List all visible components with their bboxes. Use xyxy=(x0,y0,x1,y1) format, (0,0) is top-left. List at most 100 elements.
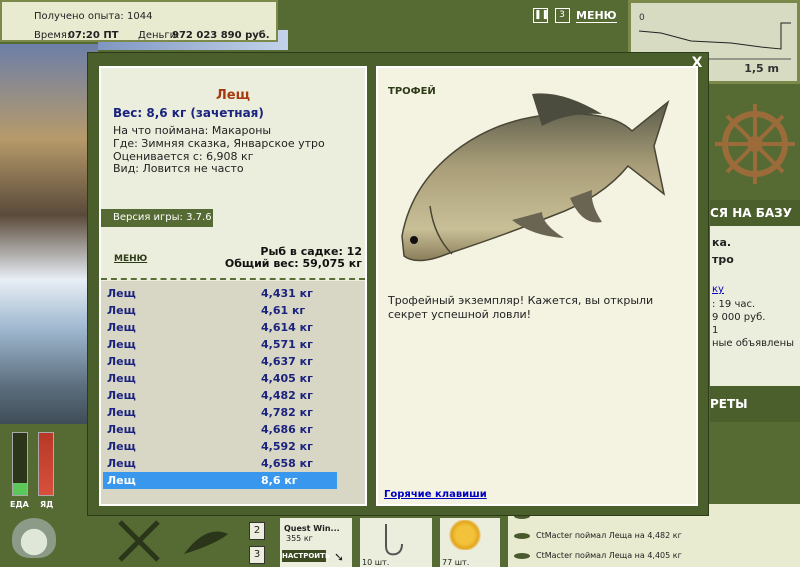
fish-kind: Вид: Ловится не часто xyxy=(113,162,244,175)
quest-weight: 355 кг xyxy=(286,534,313,543)
quest-title: Quest Win... xyxy=(284,524,340,533)
fish-weight: Вес: 8,6 кг (зачетная) xyxy=(113,106,264,120)
catch-row[interactable]: Лещ 4,592 кг xyxy=(103,438,337,455)
catch-row[interactable]: Лещ 4,614 кг xyxy=(103,319,337,336)
game-version: Версия игры: 3.7.6 xyxy=(101,209,213,227)
go-to-base-button[interactable]: СЯ НА БАЗУ xyxy=(710,200,800,226)
hook-slot[interactable]: 10 шт. xyxy=(360,518,432,567)
fish-icon xyxy=(514,533,530,539)
catch-row[interactable]: Лещ 4,431 кг xyxy=(103,285,337,302)
food-label: ЕДА xyxy=(10,500,29,509)
info-link[interactable]: ку xyxy=(710,266,800,295)
catch-row[interactable]: Лещ 4,405 кг xyxy=(103,370,337,387)
location-info: ка. тро ку : 19 час. 9 000 руб. 1 ные об… xyxy=(710,226,800,386)
catch-row[interactable]: Лещ 4,61 кг xyxy=(103,302,337,319)
depth-marker: 0 xyxy=(639,13,645,23)
trophy-text: Трофейный экземпляр! Кажется, вы открыли… xyxy=(388,294,654,321)
catch-row[interactable]: Лещ 4,658 кг xyxy=(103,455,337,472)
sound-button[interactable]: 3 xyxy=(554,8,570,23)
catch-weight: 4,405 кг xyxy=(261,372,313,385)
pot-icon[interactable] xyxy=(12,518,56,558)
catch-name: Лещ xyxy=(107,406,136,419)
catch-row[interactable]: Лещ 4,637 кг xyxy=(103,353,337,370)
info-line: 9 000 руб. xyxy=(712,312,766,323)
pause-icon[interactable]: ❚❚ xyxy=(533,8,549,23)
version-label: Версия игры: xyxy=(113,212,183,223)
chat-text: CtMacter поймал Леща на 4,482 кг xyxy=(536,531,682,540)
catch-weight: 4,482 кг xyxy=(261,389,313,402)
catch-row[interactable]: Лещ 4,686 кг xyxy=(103,421,337,438)
bait-slot[interactable]: 77 шт. xyxy=(440,518,500,567)
catch-weight: 4,431 кг xyxy=(261,287,313,300)
fish-bait: На что поймана: Макароны xyxy=(113,124,272,137)
exp-value: 1044 xyxy=(127,11,153,22)
cutlery-icon[interactable] xyxy=(110,514,170,564)
bait-count: 77 шт. xyxy=(442,558,470,567)
info-line: 1 xyxy=(712,325,719,336)
net-weight: Общий вес: 59,075 кг xyxy=(224,257,362,270)
money-value: 972 023 890 руб. xyxy=(172,30,270,41)
catch-name: Лещ xyxy=(107,389,136,402)
version-value: 3.7.6 xyxy=(186,212,212,223)
game-scene-image xyxy=(0,44,98,424)
chat-line: CtMacter поймал Леща на 4,405 кг xyxy=(508,546,800,566)
catch-weight: 4,637 кг xyxy=(261,355,313,368)
divider xyxy=(101,278,365,280)
catch-name: Лещ xyxy=(107,304,136,317)
menu-link[interactable]: МЕНЮ xyxy=(114,254,147,264)
quest-panel: Quest Win... 355 кг НАСТРОИТЬ ➘ xyxy=(280,518,352,567)
catch-row[interactable]: Лещ 8,6 кг xyxy=(103,472,337,489)
catch-weight: 4,571 кг xyxy=(261,338,313,351)
catch-name: Лещ xyxy=(107,321,136,334)
catch-list: Лещ 4,431 кг Лещ 4,61 кг Лещ 4,614 кг Лещ 4,571… xyxy=(101,281,365,504)
configure-button[interactable]: НАСТРОИТЬ xyxy=(282,550,330,562)
hook-icon xyxy=(385,524,403,556)
catch-name: Лещ xyxy=(107,423,136,436)
catch-name: Лещ xyxy=(107,372,136,385)
slot-2-button[interactable]: 2 xyxy=(249,522,265,540)
catch-weight: 4,614 кг xyxy=(261,321,313,334)
catch-row[interactable]: Лещ 4,571 кг xyxy=(103,336,337,353)
catch-weight: 4,61 кг xyxy=(261,304,306,317)
fish-icon xyxy=(514,553,530,559)
catch-name: Лещ xyxy=(107,338,136,351)
catch-weight: 4,782 кг xyxy=(261,406,313,419)
catch-weight: 8,6 кг xyxy=(261,474,298,487)
secrets-button[interactable]: РЕТЫ xyxy=(710,386,800,422)
exp-label: Получено опыта: xyxy=(34,11,124,22)
menu-button[interactable]: МЕНЮ xyxy=(576,9,617,23)
poison-gauge xyxy=(38,432,54,496)
status-bar: Получено опыта: 1044 Время: 07:20 ПТ Ден… xyxy=(0,0,278,42)
catch-weight: 4,658 кг xyxy=(261,457,313,470)
arrow-icon: ➘ xyxy=(334,550,345,564)
catch-weight: 4,686 кг xyxy=(261,423,313,436)
poison-label: ЯД xyxy=(40,500,54,509)
catch-name: Лещ xyxy=(107,457,136,470)
hook-count: 10 шт. xyxy=(362,558,390,567)
hotkeys-link[interactable]: Горячие клавиши xyxy=(384,489,487,500)
info-line: ка. xyxy=(712,236,732,249)
info-line: : 19 час. xyxy=(712,299,756,310)
catch-name: Лещ xyxy=(107,474,136,487)
time-label: Время: xyxy=(34,30,71,41)
food-gauge xyxy=(12,432,28,496)
fish-place: Где: Зимняя сказка, Январское утро xyxy=(113,137,325,150)
catch-name: Лещ xyxy=(107,440,136,453)
catch-name: Лещ xyxy=(107,287,136,300)
depth-value: 1,5 m xyxy=(744,62,779,75)
chat-text: CtMacter поймал Леща на 4,405 кг xyxy=(536,551,682,560)
info-line: ные объявлены xyxy=(712,338,795,349)
slot-3-button[interactable]: 3 xyxy=(249,546,265,564)
catch-weight: 4,592 кг xyxy=(261,440,313,453)
fish-tool-icon[interactable] xyxy=(176,514,236,564)
fish-name: Лещ xyxy=(216,88,250,103)
catch-row[interactable]: Лещ 4,782 кг xyxy=(103,404,337,421)
catch-row[interactable]: Лещ 4,482 кг xyxy=(103,387,337,404)
helm-icon xyxy=(715,104,795,184)
info-line: тро xyxy=(712,253,734,266)
top-controls: ❚❚ 3 МЕНЮ xyxy=(533,8,623,28)
bream-fish-image xyxy=(401,93,670,262)
chat-line: CtMacter поймал Леща на 4,482 кг xyxy=(508,526,800,546)
bait-icon xyxy=(448,520,482,550)
time-value: 07:20 ПТ xyxy=(68,30,119,41)
